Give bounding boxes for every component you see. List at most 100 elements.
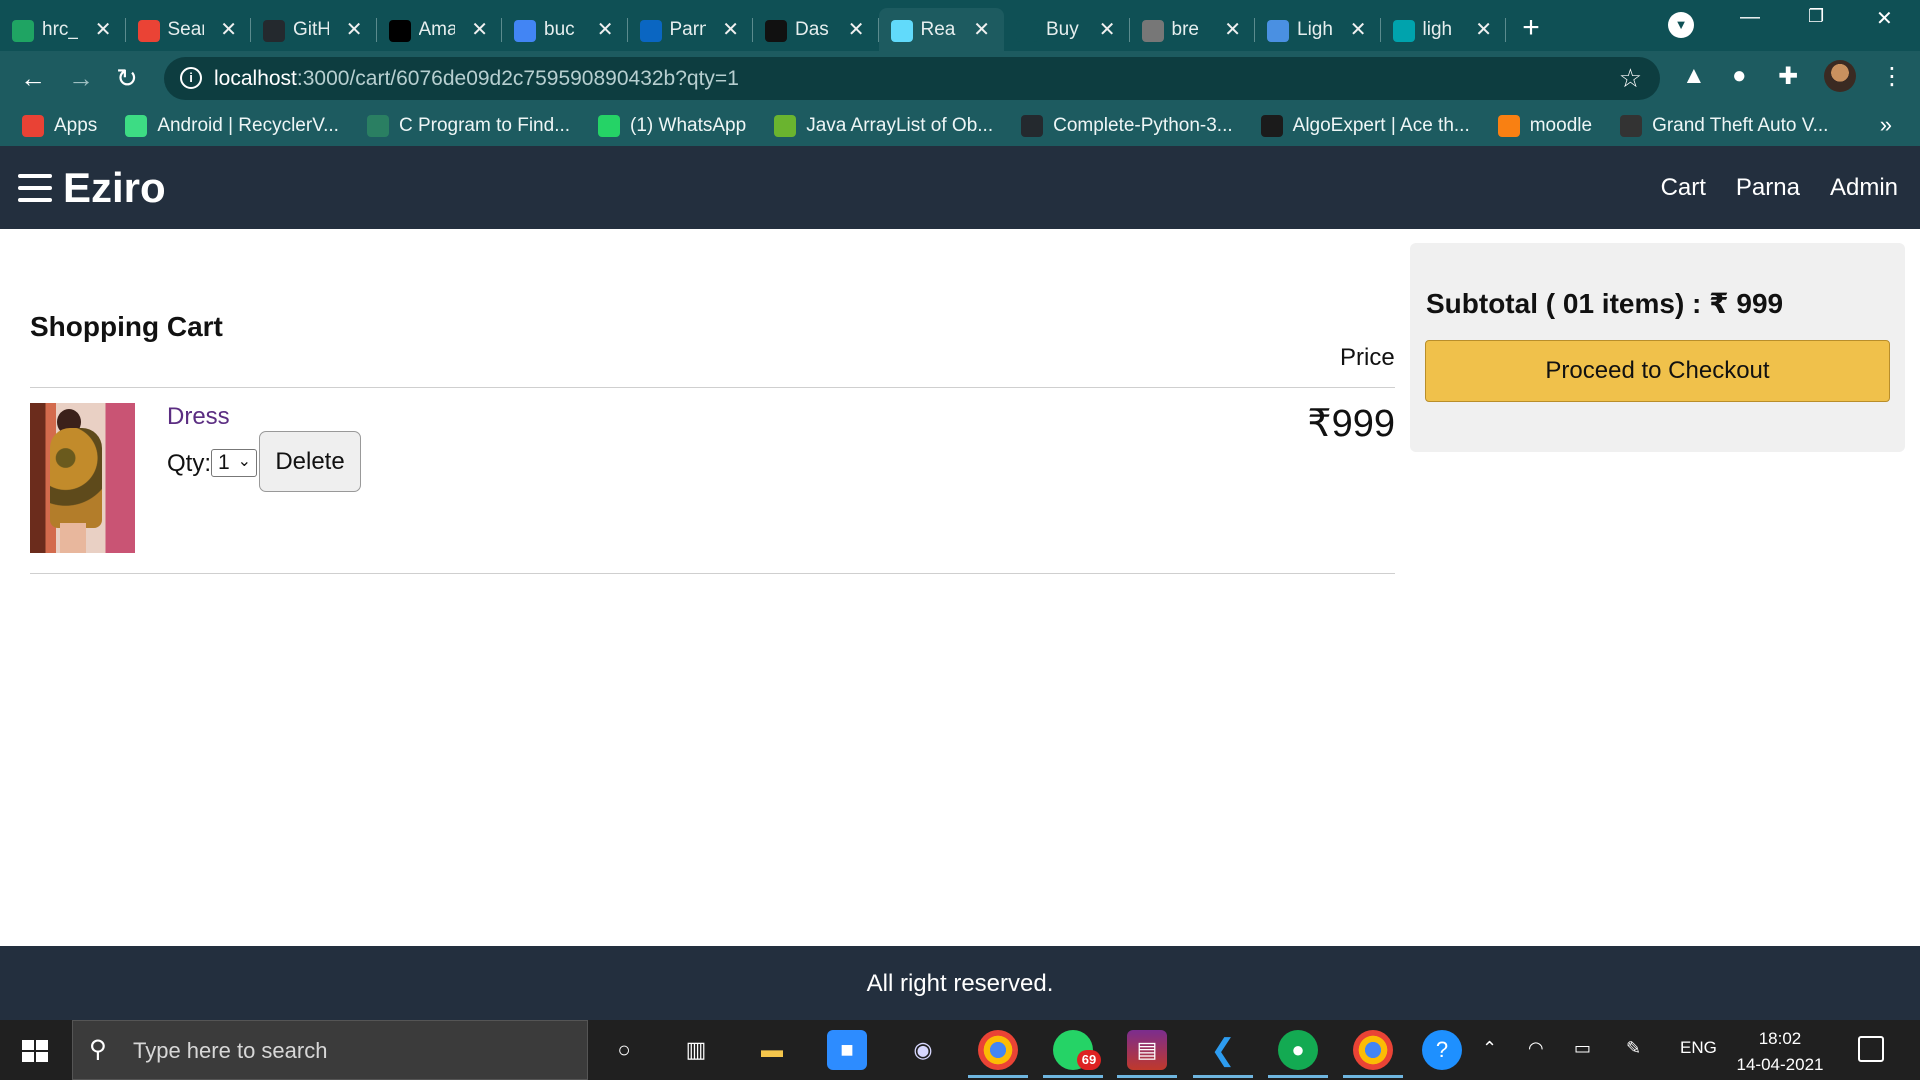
github-icon — [1021, 115, 1044, 137]
bookmark-item[interactable]: Grand Theft Auto V... — [1620, 115, 1828, 137]
browser-menu-icon[interactable]: ⋮ — [1880, 62, 1904, 91]
browser-tab[interactable]: buc ✕ — [502, 8, 628, 51]
reload-icon[interactable]: ↻ — [116, 63, 138, 94]
minimize-icon[interactable]: — — [1740, 6, 1760, 29]
tab-title: Buy — [1046, 18, 1079, 40]
browser-tab[interactable]: Ligh ✕ — [1255, 8, 1381, 51]
chrome-icon[interactable] — [968, 1030, 1028, 1078]
browser-tab[interactable]: bre ✕ — [1130, 8, 1255, 51]
close-tab-icon[interactable]: ✕ — [1224, 17, 1241, 42]
order-summary-card: Subtotal ( 01 items) : ₹ 999 Proceed to … — [1410, 243, 1905, 452]
bookmark-label: (1) WhatsApp — [630, 115, 747, 136]
moodle-icon — [1497, 115, 1520, 137]
c-icon — [1392, 20, 1415, 42]
whatsapp-icon[interactable]: 69 — [1043, 1030, 1103, 1078]
forward-icon[interactable]: → — [68, 63, 94, 94]
file-explorer-icon[interactable]: ▬ — [752, 1030, 792, 1070]
url-text[interactable]: localhost:3000/cart/6076de09d2c759590890… — [214, 67, 739, 91]
bookmark-label: Java ArrayList of Ob... — [806, 115, 994, 136]
tab-title: ligh — [1422, 18, 1453, 40]
brand-logo[interactable]: Eziro — [63, 164, 166, 212]
google-icon — [514, 20, 536, 42]
close-window-icon[interactable]: ✕ — [1876, 6, 1893, 31]
close-tab-icon[interactable]: ✕ — [1475, 17, 1492, 42]
site-info-icon[interactable]: i — [180, 67, 202, 89]
more-bookmarks-icon[interactable]: » — [1880, 112, 1892, 138]
close-tab-icon[interactable]: ✕ — [220, 17, 237, 42]
restore-icon[interactable]: ❐ — [1808, 6, 1824, 27]
nav-admin-link[interactable]: Admin — [1830, 174, 1898, 202]
close-tab-icon[interactable]: ✕ — [597, 17, 614, 42]
close-tab-icon[interactable]: ✕ — [973, 17, 990, 42]
close-tab-icon[interactable]: ✕ — [95, 17, 112, 42]
divider — [30, 573, 1395, 574]
bookmark-item[interactable]: moodle — [1497, 115, 1593, 137]
browser-tab[interactable]: Rea ✕ — [878, 8, 1004, 51]
close-tab-icon[interactable]: ✕ — [722, 17, 739, 42]
bookmark-item[interactable]: (1) WhatsApp — [598, 115, 746, 137]
show-hidden-icons-icon[interactable]: ⌃ — [1482, 1038, 1497, 1059]
eclipse-icon[interactable]: ◉ — [903, 1030, 943, 1070]
winrar-icon[interactable]: ▤ — [1117, 1030, 1177, 1078]
new-tab-button[interactable]: + — [1506, 8, 1556, 51]
bookmark-star-icon[interactable]: ☆ — [1619, 63, 1642, 94]
product-link[interactable]: Dress — [167, 403, 230, 431]
pen-icon[interactable]: ✎ — [1626, 1038, 1641, 1059]
browser-tab[interactable]: Buy ✕ — [1004, 8, 1130, 51]
system-clock[interactable]: 18:02 14-04-2021 — [1735, 1026, 1825, 1078]
help-icon[interactable]: ? — [1422, 1030, 1462, 1070]
nav-user-link[interactable]: Parna — [1736, 174, 1800, 202]
browser-tab[interactable]: Sear ✕ — [126, 8, 251, 51]
bookmark-item[interactable]: Complete-Python-3... — [1021, 115, 1233, 137]
zoom-icon[interactable]: ■ — [827, 1030, 867, 1070]
tab-title: buc — [544, 18, 575, 40]
bookmark-item[interactable]: AlgoExpert | Ace th... — [1260, 115, 1470, 137]
vscode-icon[interactable]: ❮ — [1193, 1030, 1253, 1078]
battery-icon[interactable]: ▭ — [1574, 1038, 1591, 1059]
bookmark-item[interactable]: Android | RecyclerV... — [125, 115, 339, 137]
cortana-icon[interactable]: ○ — [604, 1030, 644, 1070]
bookmark-item[interactable]: Apps — [22, 115, 97, 137]
task-view-icon[interactable]: ▥ — [676, 1030, 716, 1070]
wifi-icon[interactable]: ◠ — [1528, 1038, 1544, 1059]
browser-tab[interactable]: ligh ✕ — [1381, 8, 1506, 51]
search-icon: ⚲ — [89, 1036, 107, 1063]
extension-cursor-icon[interactable]: ● — [1732, 62, 1747, 90]
mongodb-compass-icon[interactable]: ● — [1268, 1030, 1328, 1078]
notification-center-icon[interactable] — [1858, 1036, 1884, 1062]
close-tab-icon[interactable]: ✕ — [1350, 17, 1367, 42]
browser-tab[interactable]: GitH ✕ — [251, 8, 377, 51]
qty-select[interactable]: 1 ⌄ — [211, 449, 257, 477]
extensions-puzzle-icon[interactable]: ✚ — [1778, 62, 1798, 91]
chrome-profile-icon[interactable] — [1343, 1030, 1403, 1078]
back-icon[interactable]: ← — [20, 63, 46, 94]
browser-tab[interactable]: hrc_ ✕ — [0, 8, 126, 51]
windows-taskbar: ⚲ Type here to search ○ ▥ ▬ ■ ◉ 69 ▤ ❮ ●… — [0, 1020, 1920, 1080]
windows-start-icon[interactable] — [22, 1040, 48, 1062]
close-tab-icon[interactable]: ✕ — [1099, 17, 1116, 42]
bookmark-item[interactable]: C Program to Find... — [366, 115, 570, 137]
address-bar[interactable]: i localhost:3000/cart/6076de09d2c7595908… — [164, 57, 1660, 100]
close-tab-icon[interactable]: ✕ — [346, 17, 363, 42]
extension-triangle-icon[interactable]: ▲ — [1682, 62, 1706, 90]
page-title: Shopping Cart — [30, 311, 223, 342]
taskbar-search-box[interactable]: ⚲ Type here to search — [72, 1020, 588, 1080]
bookmark-item[interactable]: Java ArrayList of Ob... — [774, 115, 993, 137]
profile-avatar[interactable] — [1824, 60, 1856, 92]
proceed-to-checkout-button[interactable]: Proceed to Checkout — [1425, 340, 1890, 402]
bookmark-label: moodle — [1529, 115, 1593, 136]
close-tab-icon[interactable]: ✕ — [848, 17, 865, 42]
nav-cart-link[interactable]: Cart — [1661, 174, 1706, 202]
tab-search-icon[interactable]: ▼ — [1668, 12, 1694, 38]
browser-tab[interactable]: Das ✕ — [753, 8, 879, 51]
close-tab-icon[interactable]: ✕ — [471, 17, 488, 42]
clock-time: 18:02 — [1758, 1029, 1802, 1048]
browser-tab[interactable]: Ama ✕ — [377, 8, 502, 51]
browser-tab[interactable]: Parn ✕ — [628, 8, 753, 51]
language-indicator[interactable]: ENG — [1680, 1038, 1717, 1058]
product-image[interactable] — [30, 403, 135, 553]
hamburger-menu-icon[interactable] — [18, 174, 52, 204]
bookmark-label: Android | RecyclerV... — [157, 115, 339, 136]
delete-button[interactable]: Delete — [259, 431, 361, 492]
gmail-icon — [137, 20, 160, 42]
